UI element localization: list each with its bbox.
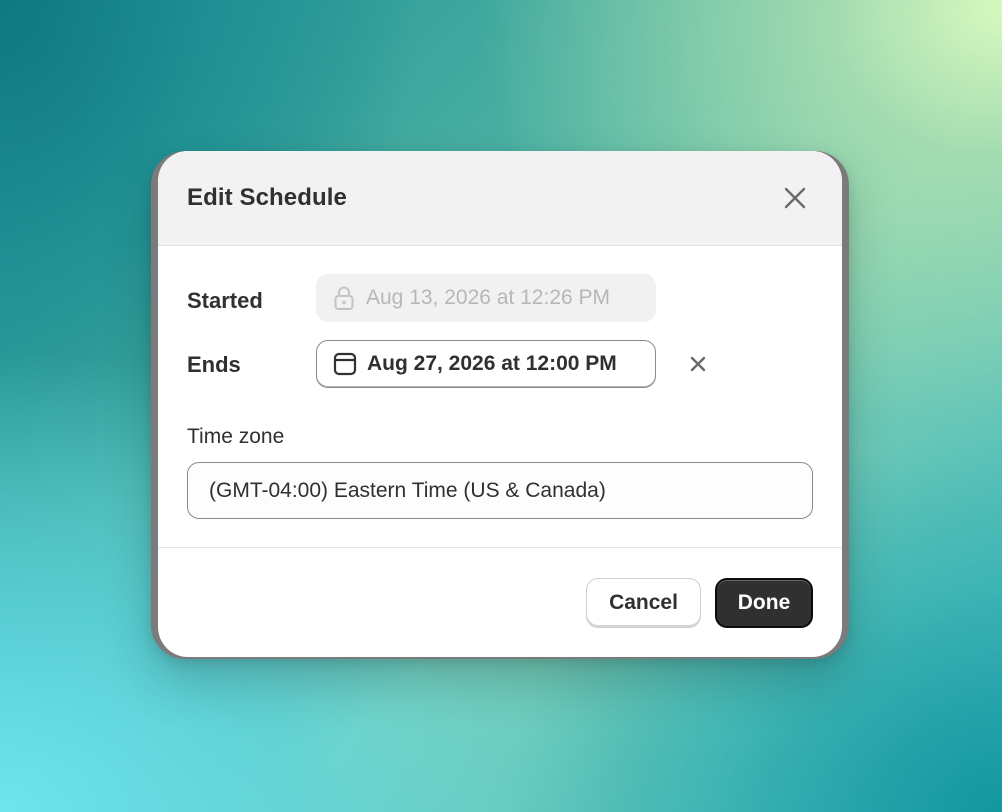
started-value: Aug 13, 2026 at 12:26 PM (366, 286, 611, 309)
done-button[interactable]: Done (715, 578, 813, 628)
modal-header: Edit Schedule (158, 151, 842, 246)
started-label: Started (187, 288, 263, 313)
timezone-value: (GMT-04:00) Eastern Time (US & Canada) (209, 478, 606, 502)
edit-schedule-modal: Edit Schedule Started Aug 13, 2026 at 12… (158, 151, 842, 657)
close-button[interactable] (778, 181, 812, 215)
ends-label: Ends (187, 352, 241, 377)
footer-divider (158, 547, 842, 548)
modal-title: Edit Schedule (187, 184, 347, 211)
lock-icon (332, 285, 356, 311)
timezone-label: Time zone (187, 425, 285, 448)
ends-value: Aug 27, 2026 at 12:00 PM (367, 352, 617, 375)
ends-datetime-field[interactable]: Aug 27, 2026 at 12:00 PM (316, 340, 656, 388)
calendar-icon (333, 351, 357, 377)
started-datetime-field: Aug 13, 2026 at 12:26 PM (316, 274, 656, 322)
cancel-button[interactable]: Cancel (586, 578, 701, 628)
x-icon (690, 356, 706, 372)
timezone-select[interactable]: (GMT-04:00) Eastern Time (US & Canada) (187, 462, 813, 519)
close-icon (784, 187, 806, 209)
clear-end-date-button[interactable] (684, 350, 712, 378)
